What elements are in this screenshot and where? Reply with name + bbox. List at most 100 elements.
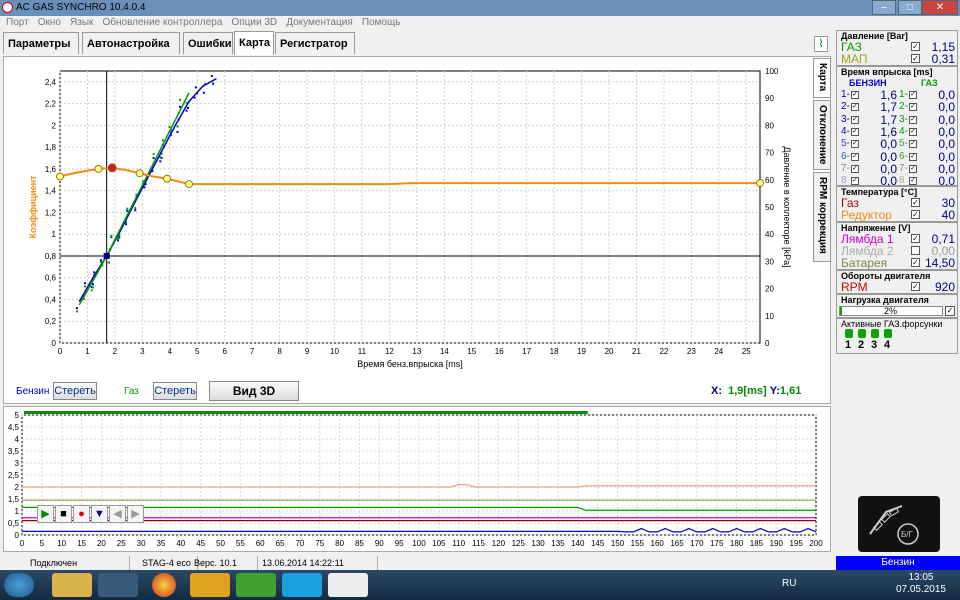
- temp-gas-checkbox[interactable]: ✓: [911, 198, 920, 207]
- plot-area: [59, 70, 761, 344]
- benzin-injector-checkbox[interactable]: ✓: [851, 140, 859, 149]
- menu-language[interactable]: Язык: [70, 16, 93, 30]
- osc-x-tick: 45: [196, 539, 205, 548]
- view-3d-button[interactable]: Вид 3D: [209, 381, 299, 401]
- clear-gas-button[interactable]: Стереть: [153, 382, 197, 400]
- mail-icon[interactable]: [190, 573, 230, 597]
- prev-icon[interactable]: ◀: [109, 505, 126, 523]
- map-chart-panel: 0 1 2 3 4 5 6 7 8 9 10 11 12 13 14 15 16 17 18 19 20 21 22 23 24…: [3, 56, 831, 404]
- save-icon[interactable]: ▼: [91, 505, 108, 523]
- next-icon[interactable]: ▶: [127, 505, 144, 523]
- record-icon[interactable]: ●: [73, 505, 90, 523]
- tab-recorder[interactable]: Регистратор: [275, 32, 355, 54]
- y-tick-label: 2,2: [45, 100, 57, 109]
- menu-update[interactable]: Обновление контроллера: [102, 16, 222, 30]
- scatter-point: [107, 261, 110, 264]
- tab-map[interactable]: Карта: [234, 31, 274, 55]
- tab-parameters[interactable]: Параметры: [3, 32, 79, 54]
- gas-injector-checkbox[interactable]: ✓: [909, 140, 917, 149]
- vtab-deviation[interactable]: Отклонение: [813, 100, 831, 170]
- y2-tick-label: 20: [765, 285, 774, 294]
- close-button[interactable]: ✕: [922, 0, 958, 15]
- clear-benzin-button[interactable]: Стереть: [53, 382, 97, 400]
- x-tick-label: 3: [140, 347, 145, 356]
- skype-icon[interactable]: [282, 573, 322, 597]
- media-player-icon[interactable]: [98, 573, 138, 597]
- acgas-app-icon[interactable]: [328, 573, 368, 597]
- gas-injector-checkbox[interactable]: ✓: [909, 127, 917, 136]
- oscilloscope-chart[interactable]: 0 5 10 15 20 25 30 35 40 45 50 55 60 65 70 75 80 85 90 95 10…: [4, 407, 830, 551]
- x-axis-label: Время бенз.впрыска [ms]: [357, 359, 463, 369]
- gas-injector-checkbox[interactable]: ✓: [909, 115, 917, 124]
- scatter-point: [210, 74, 213, 77]
- stop-icon[interactable]: ■: [55, 505, 72, 523]
- gas-injector-checkbox[interactable]: ✓: [909, 103, 917, 112]
- clock[interactable]: 13:05 07.05.2015: [896, 572, 946, 596]
- maximize-button[interactable]: □: [898, 0, 922, 15]
- menu-window[interactable]: Окно: [38, 16, 61, 30]
- pressure-map-checkbox[interactable]: ✓: [911, 54, 920, 63]
- scatter-point: [83, 285, 86, 288]
- osc-x-tick: 200: [809, 539, 823, 548]
- gas-injector-checkbox[interactable]: ✓: [909, 164, 917, 173]
- benzin-injector-checkbox[interactable]: ✓: [851, 152, 859, 161]
- menu-3d-options[interactable]: Опции 3D: [231, 16, 277, 30]
- utorrent-icon[interactable]: [236, 573, 276, 597]
- vtab-rpm-correction[interactable]: RPM коррекция: [813, 172, 831, 262]
- explorer-icon[interactable]: [52, 573, 92, 597]
- start-button[interactable]: [4, 573, 34, 597]
- scatter-point: [76, 307, 79, 310]
- load-checkbox[interactable]: ✓: [945, 306, 955, 316]
- temp-reducer-row: Редуктор ✓ 40: [841, 208, 955, 222]
- rpm-row: RPM ✓ 920: [841, 280, 955, 294]
- vtab-map[interactable]: Карта: [813, 58, 831, 98]
- benzin-injector-checkbox[interactable]: ✓: [851, 127, 859, 136]
- osc-x-tick: 120: [492, 539, 506, 548]
- tab-autotune[interactable]: Автонастройка: [82, 32, 180, 54]
- benzin-injector-checkbox[interactable]: ✓: [851, 103, 859, 112]
- load-bar: 2%: [839, 306, 943, 316]
- play-icon[interactable]: ▶: [37, 505, 54, 523]
- y-tick-label: 1,2: [45, 208, 57, 217]
- benzin-injector-checkbox[interactable]: ✓: [851, 91, 859, 99]
- osc-x-tick: 105: [432, 539, 446, 548]
- scatter-point: [110, 234, 113, 237]
- y2-axis-label: Давление в коллекторе [kPa]: [782, 146, 792, 267]
- osc-x-tick: 190: [770, 539, 784, 548]
- gas-injector-checkbox[interactable]: ✓: [909, 177, 917, 186]
- pressure-gas-checkbox[interactable]: ✓: [911, 42, 920, 51]
- osc-x-tick: 95: [395, 539, 404, 548]
- rpm-checkbox[interactable]: ✓: [911, 282, 920, 291]
- info-icon[interactable]: ⌇: [814, 36, 828, 52]
- menu-docs[interactable]: Документация: [286, 16, 353, 30]
- x-tick-label: 6: [222, 347, 227, 356]
- map-chart[interactable]: 0 1 2 3 4 5 6 7 8 9 10 11 12 13 14 15 16 17 18 19 20 21 22 23 24…: [4, 57, 830, 403]
- osc-x-tick: 60: [256, 539, 265, 548]
- benzin-injector-checkbox[interactable]: ✓: [851, 164, 859, 173]
- gas-injector-checkbox[interactable]: ✓: [909, 152, 917, 161]
- x-tick-label: 20: [605, 347, 614, 356]
- menu-help[interactable]: Помощь: [362, 16, 401, 30]
- language-indicator[interactable]: RU: [782, 578, 796, 589]
- osc-x-tick: 115: [472, 539, 485, 548]
- temp-reducer-checkbox[interactable]: ✓: [911, 210, 920, 219]
- osc-x-tick: 145: [591, 539, 605, 548]
- battery-checkbox[interactable]: ✓: [911, 258, 920, 267]
- y-tick-label: 2,4: [45, 78, 57, 87]
- benzin-injector-checkbox[interactable]: ✓: [851, 115, 859, 124]
- lambda2-checkbox[interactable]: [911, 246, 920, 255]
- minimize-button[interactable]: –: [872, 0, 896, 15]
- lambda1-checkbox[interactable]: ✓: [911, 234, 920, 243]
- benzin-injector-checkbox[interactable]: ✓: [851, 177, 859, 186]
- tab-errors[interactable]: Ошибки: [183, 32, 233, 54]
- osc-progress-bar: [24, 411, 588, 414]
- load-group: Нагрузка двигателя 2% ✓: [836, 294, 958, 318]
- benzin-injector-4: 4- ✓ 1,6: [841, 125, 899, 139]
- x-tick-label: 10: [330, 347, 339, 356]
- menu-port[interactable]: Порт: [6, 16, 29, 30]
- gas-injector-checkbox[interactable]: ✓: [909, 91, 917, 99]
- window-title: AC GAS SYNCHRO 10.4.0.4: [16, 2, 146, 13]
- map-point: [185, 180, 193, 189]
- y2-tick-label: 70: [765, 149, 774, 158]
- chrome-icon[interactable]: [152, 573, 176, 597]
